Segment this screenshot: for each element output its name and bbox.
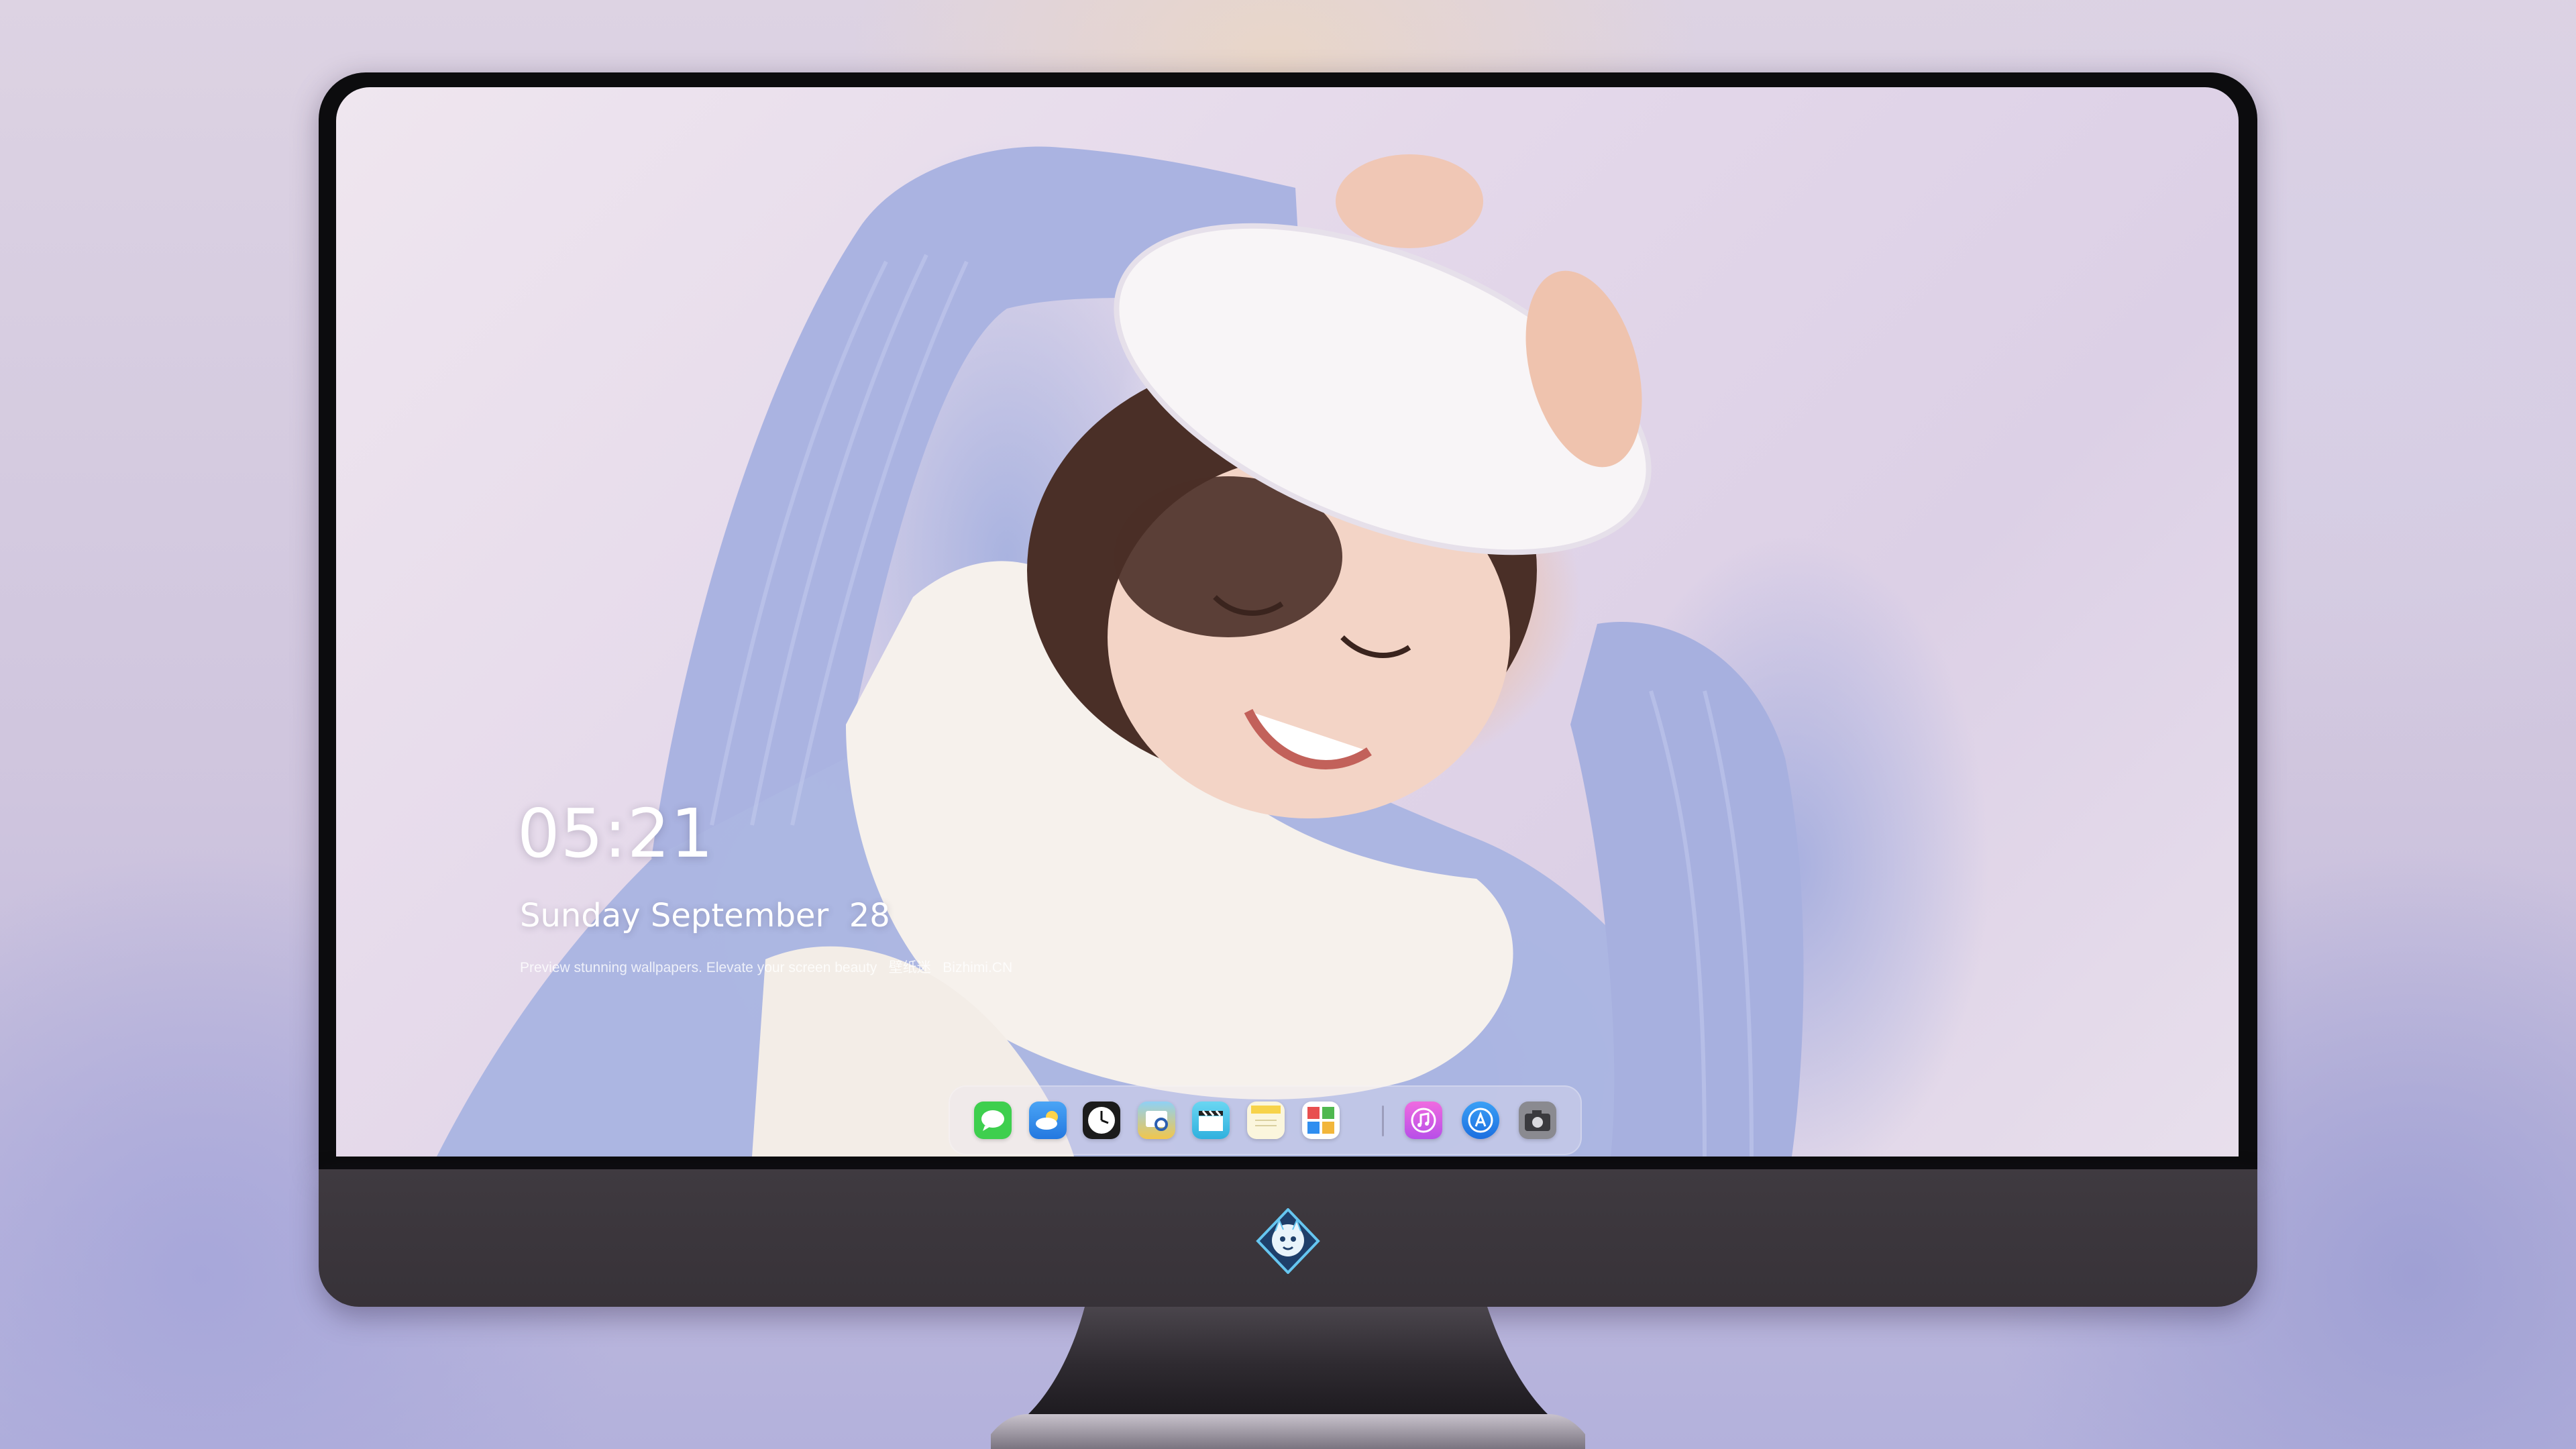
notes-icon[interactable] <box>1247 1102 1285 1139</box>
clock-icon[interactable] <box>1083 1102 1120 1139</box>
clapperboard-icon[interactable] <box>1192 1102 1230 1139</box>
preview-icon[interactable] <box>1138 1102 1175 1139</box>
dock <box>949 1085 1582 1155</box>
mascot-logo-icon <box>1256 1208 1320 1274</box>
wallpaper-image <box>437 146 1804 1157</box>
monitor-chin <box>319 1169 2257 1307</box>
monitor-bezel: 05:21 Sunday September 28 Preview stunni… <box>319 72 2257 1169</box>
desktop-screen[interactable]: 05:21 Sunday September 28 Preview stunni… <box>336 87 2239 1157</box>
app-store-icon[interactable] <box>1462 1102 1499 1139</box>
dock-separator <box>1382 1106 1384 1136</box>
lock-screen-caption: Preview stunning wallpapers. Elevate you… <box>520 960 1013 975</box>
camera-icon[interactable] <box>1519 1102 1556 1139</box>
photo-booth-icon[interactable] <box>1302 1102 1340 1139</box>
monitor: 05:21 Sunday September 28 Preview stunni… <box>319 72 2257 1307</box>
message-bubble-icon[interactable] <box>974 1102 1012 1139</box>
monitor-stand <box>991 1307 1585 1449</box>
music-note-icon[interactable] <box>1405 1102 1442 1139</box>
lock-screen-date: Sunday September 28 <box>520 897 890 934</box>
weather-cloud-icon[interactable] <box>1029 1102 1067 1139</box>
lock-screen-time: 05:21 <box>517 794 714 873</box>
